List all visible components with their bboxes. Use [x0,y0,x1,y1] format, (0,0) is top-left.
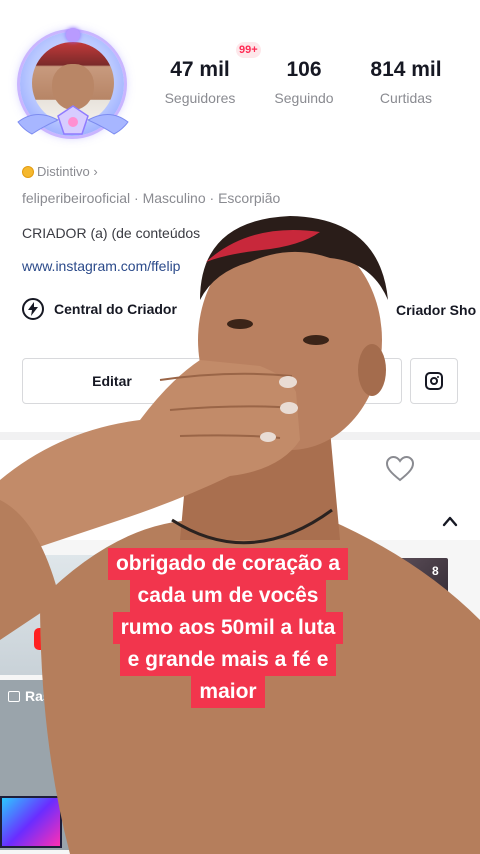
edit-profile-label: Editar [92,373,132,389]
following-count: 106 [286,58,322,81]
caption-line: rumo aos 50mil a luta [112,612,344,644]
badge-link[interactable]: Distintivo › [22,164,98,179]
caption-line: maior [191,676,265,708]
drafts-label: Rascun [8,688,76,704]
followers-stat[interactable]: 47 mil Seguidores [150,58,250,106]
profile-meta: feliperibeirooficial · Masculino · Escor… [22,190,281,206]
followers-count: 47 mil [170,58,230,81]
post-count: 8 [432,564,439,578]
instagram-icon [425,372,443,390]
caption-line: obrigado de coração a [107,548,349,580]
followers-label: Seguidores [164,90,236,106]
video-caption: obrigado de coração a cada um de vocês r… [82,548,374,708]
likes-stat[interactable]: 814 mil Curtidas [356,58,456,106]
caption-line: cada um de vocês [129,580,327,612]
drafts-preview [0,796,62,848]
avatar-gem-icon [66,28,80,42]
profile-bio: CRIADOR (a) (de conteúdos [22,225,201,241]
section-divider [0,432,480,440]
caption-line: e grande mais a fé e [119,644,337,676]
instagram-button[interactable] [410,358,458,404]
badge-label: Distintivo › [37,164,98,179]
profile-link[interactable]: www.instagram.com/ffelip [22,258,180,274]
bolt-icon [22,298,44,320]
liked-tab-heart-icon[interactable] [386,456,414,482]
coin-icon [22,165,34,178]
drafts-text: Rascun [25,688,76,704]
profile-avatar[interactable] [14,28,132,146]
creator-center-button[interactable]: Central do Criador [22,298,177,320]
share-profile-label: s [363,373,371,389]
profile-link-tail[interactable]: T.. [340,258,355,274]
following-label: Seguindo [274,90,334,106]
youtube-play: ▶ [52,631,62,646]
following-stat[interactable]: 106 Seguindo [254,58,354,106]
profile-stats: 47 mil Seguidores 106 Seguindo 814 mil C… [150,58,470,118]
share-profile-button[interactable]: s [300,358,402,404]
likes-count: 814 mil [370,58,442,81]
youtube-icon: ▶ [34,628,80,650]
drafts-icon [8,690,20,702]
creator-center-label: Central do Criador [54,301,177,317]
creator-shop-button[interactable]: Criador Sho [396,302,476,318]
chevron-up-icon[interactable] [441,514,459,528]
avatar-wings-icon [17,105,129,135]
likes-label: Curtidas [379,90,433,106]
notification-badge: 99+ [236,42,261,58]
edit-profile-button[interactable]: Editar [22,358,202,404]
